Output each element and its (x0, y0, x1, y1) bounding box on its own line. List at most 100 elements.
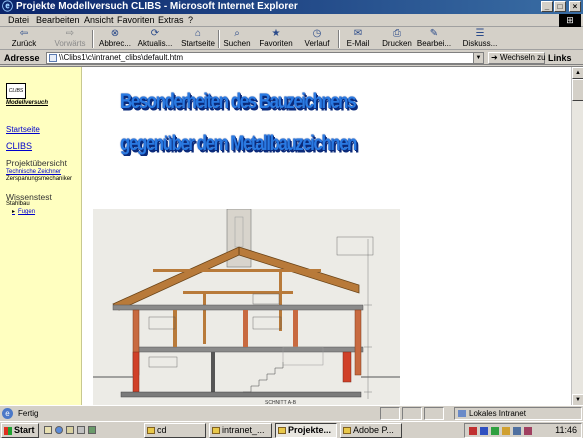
chevron-down-icon[interactable]: ▼ (473, 53, 483, 63)
vertical-scrollbar[interactable]: ▲ ▼ (571, 67, 583, 406)
stop-icon: ⊗ (110, 28, 120, 39)
nav-technische-zeichner[interactable]: Technische Zeichner (6, 169, 61, 175)
menu-help[interactable]: ? (188, 15, 193, 26)
task-label: cd (157, 425, 167, 435)
menu-extras[interactable]: Extras (158, 15, 184, 26)
scroll-up-icon[interactable]: ▲ (572, 67, 583, 79)
toolbar-separator (92, 30, 94, 48)
address-input[interactable]: \\Clibs1\c\intranet_clibs\default.htm ▼ (46, 52, 484, 64)
clibs-logo-text: Modellversuch (6, 100, 49, 106)
status-pane (380, 407, 400, 420)
windows-logo-icon: ⊞ (559, 14, 581, 27)
page-icon (49, 54, 57, 62)
minimize-button[interactable]: _ (541, 1, 553, 12)
tray-antivirus-icon[interactable] (491, 427, 499, 435)
drucken-button[interactable]: ⎙ Drucken (380, 28, 414, 50)
bearbei-button[interactable]: ✎ Bearbei... (416, 28, 452, 50)
favoriten-button[interactable]: ★ Favoriten (256, 28, 296, 50)
scroll-thumb[interactable] (572, 79, 583, 101)
toolbar-label: Abbrec... (98, 39, 131, 48)
nav-clibs[interactable]: CLIBS (6, 141, 32, 151)
taskbar-task[interactable]: Projekte... (275, 423, 337, 438)
go-button[interactable]: ➜ Wechseln zu (488, 52, 546, 64)
tray-app-icon[interactable] (469, 427, 477, 435)
toolbar-separator (218, 30, 220, 48)
toolbar-label: Bearbei... (416, 39, 452, 48)
toolbar-label: E-Mail (346, 39, 370, 48)
task-label: intranet_... (222, 425, 265, 435)
clock[interactable]: 11:46 (555, 424, 577, 437)
toolbar-label: Vorwärts (54, 39, 86, 48)
title-bar: ⓔ Projekte Modellversuch CLIBS - Microso… (0, 0, 583, 14)
desktop-icon[interactable] (44, 426, 52, 434)
vorwärts-button[interactable]: ⇨ Vorwärts (50, 28, 90, 50)
explorer-quicklaunch-icon[interactable] (77, 426, 85, 434)
taskbar-task[interactable]: Adobe P... (340, 423, 402, 438)
menu-bar: Datei Bearbeiten Ansicht Favoriten Extra… (0, 14, 583, 27)
discuss-icon: ☰ (475, 28, 485, 39)
links-button[interactable]: Links (548, 52, 572, 64)
tray-misc-icon[interactable] (524, 427, 532, 435)
nav-projektuebersicht[interactable]: Projektübersicht (6, 158, 67, 168)
toolbar-label: Aktualis... (137, 39, 173, 48)
mail-quicklaunch-icon[interactable] (66, 426, 74, 434)
nav-fugen-label: Fugen (18, 209, 36, 215)
start-button[interactable]: Start (1, 423, 39, 438)
e-mail-button[interactable]: ✉ E-Mail (342, 28, 374, 50)
search-icon: ⌕ (234, 28, 240, 39)
tray-network-icon[interactable] (480, 427, 488, 435)
menu-bearbeiten[interactable]: Bearbeiten (36, 15, 80, 26)
page-heading-line2: gegenüber dem Metallbauzeichnen (120, 131, 357, 155)
maximize-button[interactable]: □ (554, 1, 566, 12)
toolbar-label: Diskuss... (462, 39, 498, 48)
tray-monitor-icon[interactable] (513, 427, 521, 435)
menu-ansicht[interactable]: Ansicht (84, 15, 114, 26)
page-content: CLIBS Modellversuch Startseite CLIBS Pro… (0, 66, 583, 406)
suchen-button[interactable]: ⌕ Suchen (222, 28, 252, 50)
status-text: Fertig (18, 409, 39, 418)
abbrec-button[interactable]: ⊗ Abbrec... (97, 28, 133, 50)
ie-quicklaunch-icon[interactable] (55, 426, 63, 434)
status-pane (402, 407, 422, 420)
taskbar-task[interactable]: intranet_... (209, 423, 272, 438)
go-arrow-icon: ➜ (491, 53, 498, 62)
verlauf-button[interactable]: ◷ Verlauf (300, 28, 334, 50)
aktualis-button[interactable]: ⟳ Aktualis... (136, 28, 174, 50)
app-quicklaunch-icon[interactable] (88, 426, 96, 434)
security-zone: Lokales Intranet (458, 408, 526, 419)
taskbar: Start cd intranet_... Projekte... Adobe P..… (0, 421, 583, 438)
windows-flag-icon (4, 426, 12, 435)
nav-fugen[interactable]: ▸ Fugen (12, 208, 35, 215)
toolbar-label: Zurück (11, 39, 37, 48)
toolbar-separator (338, 30, 340, 48)
architectural-drawing: SCHNITT A-B (93, 209, 400, 406)
taskbar-task[interactable]: cd (144, 423, 206, 438)
home-icon: ⌂ (194, 28, 202, 39)
page-status-icon: e (2, 408, 13, 419)
window-title: Projekte Modellversuch CLIBS - Microsoft… (16, 1, 298, 12)
house-section-drawing: SCHNITT A-B (93, 209, 400, 406)
menu-favoriten[interactable]: Favoriten (117, 15, 155, 26)
task-window-icon (343, 427, 351, 434)
edit-icon: ✎ (429, 28, 439, 39)
toolbar-label: Startseite (181, 39, 215, 48)
close-button[interactable]: × (569, 1, 581, 12)
zone-label: Lokales Intranet (469, 409, 526, 418)
diskuss-button[interactable]: ☰ Diskuss... (460, 28, 500, 50)
tray-volume-icon[interactable] (502, 427, 510, 435)
menu-datei[interactable]: Datei (8, 15, 29, 26)
task-label: Adobe P... (353, 425, 394, 435)
nav-stahlbau[interactable]: Stahlbau (6, 201, 30, 207)
nav-startseite[interactable]: Startseite (6, 125, 40, 134)
address-label: Adresse (4, 53, 40, 63)
system-tray: 11:46 (464, 423, 582, 438)
startseite-button[interactable]: ⌂ Startseite (176, 28, 220, 50)
toolbar-label: Verlauf (304, 39, 330, 48)
nav-zerspanungsmechaniker[interactable]: Zerspanungsmechaniker (6, 176, 72, 182)
zurück-button[interactable]: ⇦ Zurück (4, 28, 44, 50)
clibs-logo: CLIBS Modellversuch (6, 83, 58, 109)
task-window-icon (278, 427, 286, 434)
toolbar-label: Drucken (382, 39, 412, 48)
ie-icon[interactable]: ⓔ (2, 1, 14, 13)
history-icon: ◷ (312, 28, 322, 39)
